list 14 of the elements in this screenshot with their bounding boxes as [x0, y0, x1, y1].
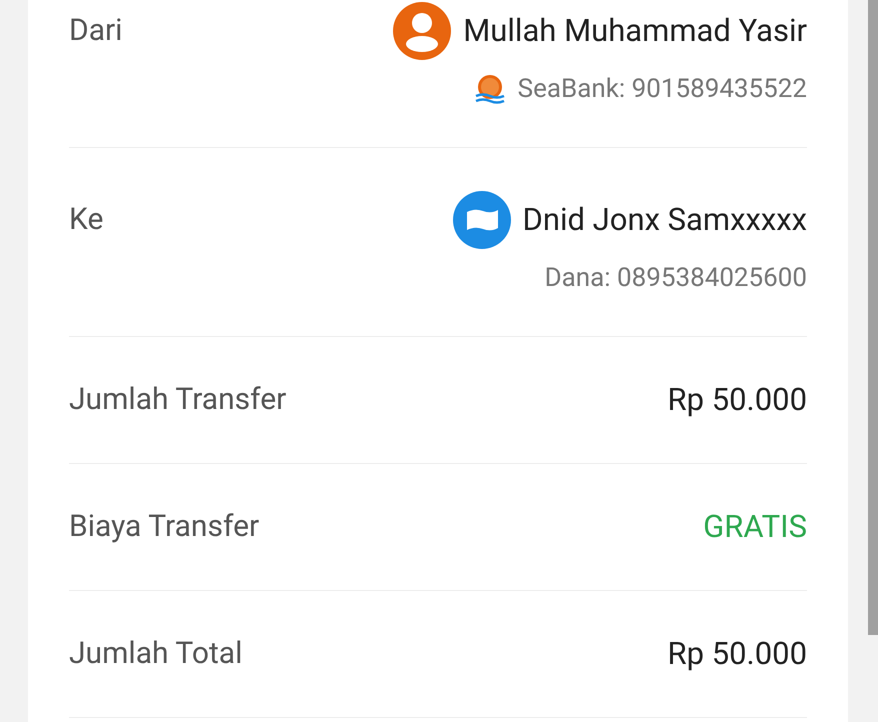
row-label: Biaya Transfer — [69, 509, 260, 545]
account-number: SeaBank: 901589435522 — [518, 73, 807, 105]
row-label: Jumlah Transfer — [69, 382, 286, 418]
amount-value: GRATIS — [703, 509, 807, 545]
wallet-logo-icon — [452, 191, 510, 249]
account-number: Dana: 0895384025600 — [544, 262, 807, 294]
account-name: Mullah Muhammad Yasir — [463, 13, 807, 49]
row-label: Dari — [69, 13, 122, 50]
bank-logo-icon — [474, 74, 506, 104]
amount-value: Rp 50.000 — [668, 382, 807, 418]
amount-value: Rp 50.000 — [668, 636, 807, 672]
row-label: Jumlah Total — [69, 636, 242, 672]
row-label: Ke — [69, 202, 104, 239]
account-name: Dnid Jonx Samxxxxx — [522, 202, 807, 238]
